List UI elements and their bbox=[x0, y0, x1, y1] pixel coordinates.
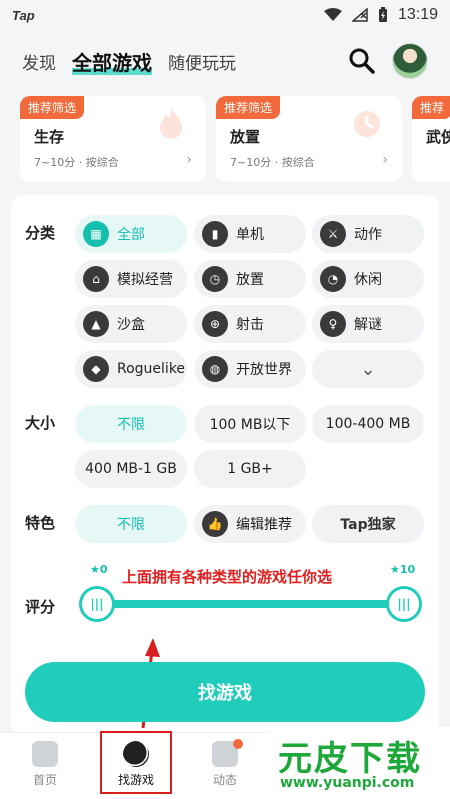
recommend-tag: 推荐筛选 bbox=[216, 96, 281, 119]
sandbox-icon: ▲ bbox=[83, 311, 109, 337]
card-title: 生存 bbox=[34, 128, 65, 146]
tab-discover[interactable]: 发现 bbox=[22, 49, 56, 74]
rating-label: 评分 bbox=[25, 598, 56, 616]
home-tap-icon bbox=[32, 741, 58, 767]
watermark: 元皮下载 www.yuanpi.com bbox=[270, 727, 450, 799]
category-chip-simulation[interactable]: ⌂ 模拟经营 bbox=[75, 260, 187, 298]
battery-icon bbox=[378, 7, 387, 22]
shop-icon: ⌂ bbox=[83, 266, 109, 292]
recommend-tag: 推荐筛选 bbox=[20, 96, 85, 119]
clock-icon bbox=[354, 111, 380, 137]
size-chip-1gb-plus[interactable]: 1 GB+ bbox=[194, 450, 306, 488]
flame-icon bbox=[160, 108, 182, 139]
recommend-card-wuxia[interactable]: 推荐 武侠 bbox=[412, 96, 450, 182]
lightbulb-icon: ♀ bbox=[320, 311, 346, 337]
watermark-url: www.yuanpi.com bbox=[280, 775, 415, 791]
crosshair-icon: ⊕ bbox=[202, 311, 228, 337]
handheld-icon: ▮ bbox=[202, 221, 228, 247]
rating-min-handle[interactable]: ||| bbox=[79, 586, 115, 622]
chevron-down-icon: ⌄ bbox=[360, 358, 376, 380]
category-chip-single[interactable]: ▮ 单机 bbox=[194, 215, 306, 253]
no-signal-icon bbox=[351, 8, 368, 22]
rating-min-label: ★0 bbox=[90, 563, 108, 576]
category-chip-sandbox[interactable]: ▲ 沙盒 bbox=[75, 305, 187, 343]
status-icons: 13:19 bbox=[323, 6, 438, 24]
category-chip-open-world[interactable]: ◍ 开放世界 bbox=[194, 350, 306, 388]
recommend-card-idle[interactable]: 推荐筛选 放置 7~10分 · 按综合 › bbox=[216, 96, 402, 182]
globe-icon: ◍ bbox=[202, 356, 228, 382]
bottom-nav-feed[interactable]: 动态 bbox=[190, 741, 260, 788]
stopwatch-icon: ◷ bbox=[202, 266, 228, 292]
annotation-text: 上面拥有各种类型的游戏任你选 bbox=[122, 568, 333, 586]
category-chip-all[interactable]: ▦ 全部 bbox=[75, 215, 187, 253]
category-chip-action[interactable]: ⚔ 动作 bbox=[312, 215, 424, 253]
category-chip-shooter[interactable]: ⊕ 射击 bbox=[194, 305, 306, 343]
size-chip-100-400mb[interactable]: 100-400 MB bbox=[312, 405, 424, 443]
feature-chip-unlimited[interactable]: 不限 bbox=[75, 505, 187, 543]
pacman-icon: ◔ bbox=[320, 266, 346, 292]
size-label: 大小 bbox=[25, 414, 56, 432]
category-chip-puzzle[interactable]: ♀ 解谜 bbox=[312, 305, 424, 343]
annotation-highlight-box bbox=[100, 731, 172, 794]
card-title: 放置 bbox=[230, 128, 261, 146]
category-expand-button[interactable]: ⌄ bbox=[312, 350, 424, 388]
find-games-button[interactable]: 找游戏 bbox=[25, 662, 425, 722]
status-bar: Tap 13:19 bbox=[0, 0, 450, 30]
app-logo: Tap bbox=[12, 7, 35, 23]
card-title: 武侠 bbox=[426, 128, 450, 146]
dice-icon: ◆ bbox=[83, 356, 109, 382]
tab-all-games[interactable]: 全部游戏 bbox=[72, 47, 152, 76]
size-chip-under-100mb[interactable]: 100 MB以下 bbox=[194, 405, 306, 443]
rating-slider-track[interactable] bbox=[96, 600, 406, 608]
search-icon[interactable] bbox=[347, 46, 377, 76]
recommend-cards: 推荐筛选 生存 7~10分 · 按综合 › 推荐筛选 放置 7~10分 · 按综… bbox=[20, 96, 450, 182]
feature-chip-editor-pick[interactable]: 👍 编辑推荐 bbox=[194, 505, 306, 543]
category-chip-idle[interactable]: ◷ 放置 bbox=[194, 260, 306, 298]
card-meta: 7~10分 · 按综合 bbox=[230, 156, 315, 169]
user-avatar[interactable] bbox=[392, 43, 428, 79]
watermark-title: 元皮下载 bbox=[278, 739, 422, 779]
rating-max-label: ★10 bbox=[390, 563, 416, 576]
tab-casual-play[interactable]: 随便玩玩 bbox=[168, 49, 236, 74]
top-nav: 发现 全部游戏 随便玩玩 bbox=[0, 40, 450, 82]
category-chip-roguelike[interactable]: ◆ Roguelike bbox=[75, 350, 187, 388]
grid-icon: ▦ bbox=[83, 221, 109, 247]
notification-dot bbox=[233, 739, 243, 749]
size-chip-unlimited[interactable]: 不限 bbox=[75, 405, 187, 443]
rating-max-handle[interactable]: ||| bbox=[386, 586, 422, 622]
chevron-right-icon: › bbox=[382, 152, 388, 168]
category-label: 分类 bbox=[25, 224, 56, 242]
size-chip-400mb-1gb[interactable]: 400 MB-1 GB bbox=[75, 450, 187, 488]
recommend-card-survival[interactable]: 推荐筛选 生存 7~10分 · 按综合 › bbox=[20, 96, 206, 182]
feature-label: 特色 bbox=[25, 514, 56, 532]
clock: 13:19 bbox=[397, 6, 438, 23]
wifi-icon bbox=[323, 8, 342, 21]
recommend-tag: 推荐 bbox=[412, 96, 450, 119]
sword-icon: ⚔ bbox=[320, 221, 346, 247]
chevron-right-icon: › bbox=[186, 152, 192, 168]
bottom-nav-home[interactable]: 首页 bbox=[10, 741, 80, 788]
thumbs-up-icon: 👍 bbox=[202, 511, 228, 537]
card-meta: 7~10分 · 按综合 bbox=[34, 156, 119, 169]
category-chip-casual[interactable]: ◔ 休闲 bbox=[312, 260, 424, 298]
feature-chip-tap-exclusive[interactable]: Tap独家 bbox=[312, 505, 424, 543]
